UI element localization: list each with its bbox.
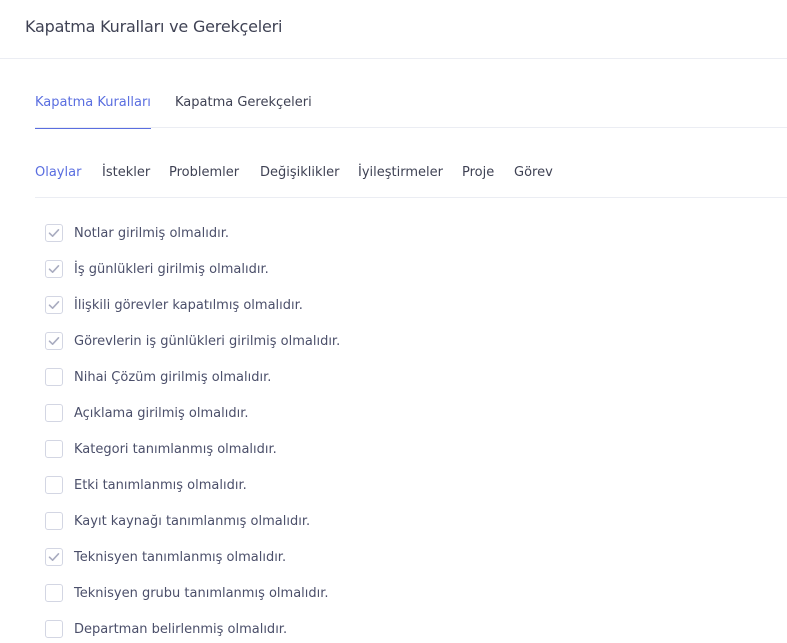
rule-checkbox[interactable]	[45, 296, 63, 314]
rule-item: Görevlerin iş günlükleri girilmiş olmalı…	[45, 331, 340, 351]
page-header: Kapatma Kuralları ve Gerekçeleri	[0, 0, 787, 59]
rule-label: Departman belirlenmiş olmalıdır.	[74, 621, 288, 637]
rule-checkbox[interactable]	[45, 620, 63, 638]
rule-item: Açıklama girilmiş olmalıdır.	[45, 403, 248, 423]
check-icon	[48, 229, 60, 237]
rule-label: Etki tanımlanmış olmalıdır.	[74, 477, 247, 493]
rule-label: Teknisyen tanımlanmış olmalıdır.	[74, 549, 287, 565]
subtab-changes[interactable]: Değişiklikler	[260, 165, 340, 180]
rule-label: Açıklama girilmiş olmalıdır.	[74, 405, 249, 421]
sub-tabs: Olaylar İstekler Problemler Değişiklikle…	[35, 165, 787, 198]
rule-checkbox[interactable]	[45, 584, 63, 602]
rule-item: Teknisyen grubu tanımlanmış olmalıdır.	[45, 583, 329, 603]
subtab-requests[interactable]: İstekler	[102, 165, 150, 180]
main-tabs: Kapatma Kuralları Kapatma Gerekçeleri	[35, 95, 787, 129]
tab-closing-rules[interactable]: Kapatma Kuralları	[35, 95, 151, 129]
check-icon	[48, 337, 60, 345]
rule-item: Kategori tanımlanmış olmalıdır.	[45, 439, 277, 459]
rule-item: İş günlükleri girilmiş olmalıdır.	[45, 259, 269, 279]
subtab-problems[interactable]: Problemler	[169, 165, 239, 180]
rule-label: Notlar girilmiş olmalıdır.	[74, 225, 230, 241]
rule-item: Teknisyen tanımlanmış olmalıdır.	[45, 547, 286, 567]
rule-checkbox[interactable]	[45, 332, 63, 350]
subtab-incidents[interactable]: Olaylar	[35, 165, 81, 180]
rule-label: Kayıt kaynağı tanımlanmış olmalıdır.	[74, 513, 311, 529]
rule-label: İlişkili görevler kapatılmış olmalıdır.	[74, 297, 303, 313]
rule-checkbox[interactable]	[45, 404, 63, 422]
rule-item: İlişkili görevler kapatılmış olmalıdır.	[45, 295, 303, 315]
rule-checkbox[interactable]	[45, 368, 63, 386]
page: Kapatma Kuralları ve Gerekçeleri Kapatma…	[0, 0, 787, 643]
rule-label: Nihai Çözüm girilmiş olmalıdır.	[74, 369, 272, 385]
rule-checkbox[interactable]	[45, 476, 63, 494]
rule-item: Etki tanımlanmış olmalıdır.	[45, 475, 247, 495]
rule-checkbox[interactable]	[45, 224, 63, 242]
subtab-task[interactable]: Görev	[514, 165, 553, 180]
rule-checkbox[interactable]	[45, 512, 63, 530]
rule-label: Kategori tanımlanmış olmalıdır.	[74, 441, 277, 457]
rule-item: Kayıt kaynağı tanımlanmış olmalıdır.	[45, 511, 310, 531]
page-title: Kapatma Kuralları ve Gerekçeleri	[25, 17, 283, 36]
subtab-project[interactable]: Proje	[462, 165, 494, 180]
rule-label: Görevlerin iş günlükleri girilmiş olmalı…	[74, 333, 341, 349]
rule-checkbox[interactable]	[45, 260, 63, 278]
rule-checkbox[interactable]	[45, 548, 63, 566]
rule-label: Teknisyen grubu tanımlanmış olmalıdır.	[74, 585, 329, 601]
subtab-improvements[interactable]: İyileştirmeler	[358, 165, 443, 180]
check-icon	[48, 553, 60, 561]
check-icon	[48, 265, 60, 273]
rule-item: Departman belirlenmiş olmalıdır.	[45, 619, 287, 639]
check-icon	[48, 301, 60, 309]
rule-checkbox[interactable]	[45, 440, 63, 458]
tab-closing-reasons[interactable]: Kapatma Gerekçeleri	[175, 95, 312, 128]
rule-item: Notlar girilmiş olmalıdır.	[45, 223, 229, 243]
rule-label: İş günlükleri girilmiş olmalıdır.	[74, 261, 269, 277]
rule-item: Nihai Çözüm girilmiş olmalıdır.	[45, 367, 271, 387]
